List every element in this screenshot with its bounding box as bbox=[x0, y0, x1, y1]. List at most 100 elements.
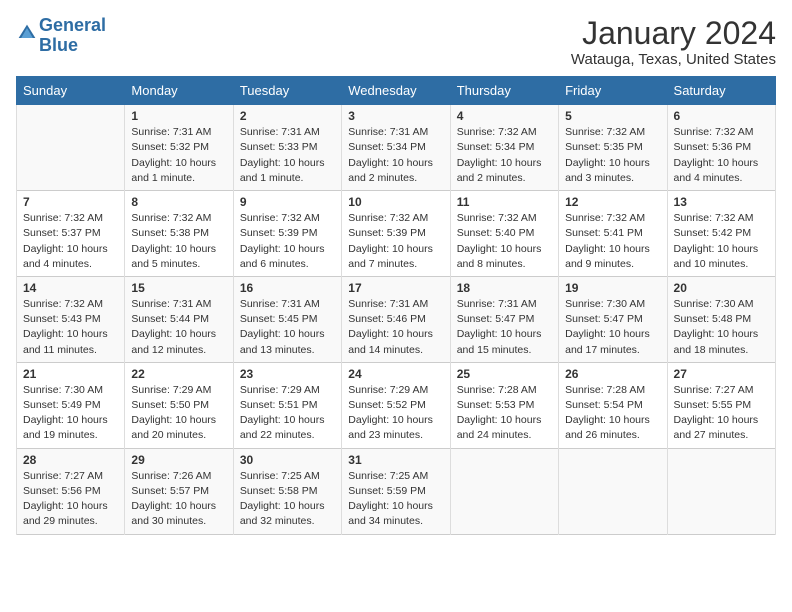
logo: General Blue bbox=[16, 16, 106, 56]
day-number: 2 bbox=[240, 109, 335, 123]
header-friday: Friday bbox=[559, 77, 667, 105]
day-number: 25 bbox=[457, 367, 552, 381]
day-info: Sunrise: 7:31 AMSunset: 5:33 PMDaylight:… bbox=[240, 125, 335, 186]
day-info: Sunrise: 7:31 AMSunset: 5:32 PMDaylight:… bbox=[131, 125, 226, 186]
day-number: 19 bbox=[565, 281, 660, 295]
day-cell: 24 Sunrise: 7:29 AMSunset: 5:52 PMDayligh… bbox=[342, 362, 450, 448]
day-number: 16 bbox=[240, 281, 335, 295]
day-number: 20 bbox=[674, 281, 769, 295]
day-info: Sunrise: 7:32 AMSunset: 5:41 PMDaylight:… bbox=[565, 211, 660, 272]
day-info: Sunrise: 7:32 AMSunset: 5:34 PMDaylight:… bbox=[457, 125, 552, 186]
day-number: 29 bbox=[131, 453, 226, 467]
day-cell: 5 Sunrise: 7:32 AMSunset: 5:35 PMDaylight… bbox=[559, 105, 667, 191]
day-info: Sunrise: 7:25 AMSunset: 5:58 PMDaylight:… bbox=[240, 469, 335, 530]
day-info: Sunrise: 7:28 AMSunset: 5:54 PMDaylight:… bbox=[565, 383, 660, 444]
day-cell: 22 Sunrise: 7:29 AMSunset: 5:50 PMDayligh… bbox=[125, 362, 233, 448]
day-number: 28 bbox=[23, 453, 118, 467]
day-info: Sunrise: 7:28 AMSunset: 5:53 PMDaylight:… bbox=[457, 383, 552, 444]
week-row-2: 14Sunrise: 7:32 AMSunset: 5:43 PMDayligh… bbox=[17, 276, 776, 362]
header-row: SundayMondayTuesdayWednesdayThursdayFrid… bbox=[17, 77, 776, 105]
day-info: Sunrise: 7:25 AMSunset: 5:59 PMDaylight:… bbox=[348, 469, 443, 530]
week-row-3: 21Sunrise: 7:30 AMSunset: 5:49 PMDayligh… bbox=[17, 362, 776, 448]
header-wednesday: Wednesday bbox=[342, 77, 450, 105]
day-cell: 11Sunrise: 7:32 AMSunset: 5:40 PMDayligh… bbox=[450, 191, 558, 277]
day-number: 12 bbox=[565, 195, 660, 209]
day-cell: 15Sunrise: 7:31 AMSunset: 5:44 PMDayligh… bbox=[125, 276, 233, 362]
day-cell: 9Sunrise: 7:32 AMSunset: 5:39 PMDaylight… bbox=[233, 191, 341, 277]
day-info: Sunrise: 7:31 AMSunset: 5:47 PMDaylight:… bbox=[457, 297, 552, 358]
day-info: Sunrise: 7:32 AMSunset: 5:40 PMDaylight:… bbox=[457, 211, 552, 272]
day-cell: 18 Sunrise: 7:31 AMSunset: 5:47 PMDayligh… bbox=[450, 276, 558, 362]
day-cell: 30 Sunrise: 7:25 AMSunset: 5:58 PMDayligh… bbox=[233, 448, 341, 534]
day-number: 6 bbox=[674, 109, 769, 123]
day-cell: 21Sunrise: 7:30 AMSunset: 5:49 PMDayligh… bbox=[17, 362, 125, 448]
logo-general: General bbox=[39, 15, 106, 35]
day-cell: 13 Sunrise: 7:32 AMSunset: 5:42 PMDayligh… bbox=[667, 191, 775, 277]
day-number: 24 bbox=[348, 367, 443, 381]
logo-blue: Blue bbox=[39, 35, 78, 55]
day-info: Sunrise: 7:26 AMSunset: 5:57 PMDaylight:… bbox=[131, 469, 226, 530]
header-thursday: Thursday bbox=[450, 77, 558, 105]
header-saturday: Saturday bbox=[667, 77, 775, 105]
day-info: Sunrise: 7:31 AMSunset: 5:34 PMDaylight:… bbox=[348, 125, 443, 186]
logo-icon bbox=[17, 23, 37, 43]
day-number: 31 bbox=[348, 453, 443, 467]
calendar-table: SundayMondayTuesdayWednesdayThursdayFrid… bbox=[16, 76, 776, 534]
day-number: 3 bbox=[348, 109, 443, 123]
day-info: Sunrise: 7:32 AMSunset: 5:39 PMDaylight:… bbox=[240, 211, 335, 272]
day-info: Sunrise: 7:27 AMSunset: 5:55 PMDaylight:… bbox=[674, 383, 769, 444]
page-header: General Blue January 2024 Watauga, Texas… bbox=[16, 16, 776, 68]
day-number: 30 bbox=[240, 453, 335, 467]
day-cell: 1 Sunrise: 7:31 AMSunset: 5:32 PMDaylight… bbox=[125, 105, 233, 191]
header-tuesday: Tuesday bbox=[233, 77, 341, 105]
day-cell: 31 Sunrise: 7:25 AMSunset: 5:59 PMDayligh… bbox=[342, 448, 450, 534]
day-cell: 4 Sunrise: 7:32 AMSunset: 5:34 PMDaylight… bbox=[450, 105, 558, 191]
day-cell: 7 Sunrise: 7:32 AMSunset: 5:37 PMDaylight… bbox=[17, 191, 125, 277]
day-number: 15 bbox=[131, 281, 226, 295]
day-cell bbox=[559, 448, 667, 534]
day-number: 21 bbox=[23, 367, 118, 381]
day-number: 8 bbox=[131, 195, 226, 209]
day-number: 18 bbox=[457, 281, 552, 295]
day-info: Sunrise: 7:32 AMSunset: 5:35 PMDaylight:… bbox=[565, 125, 660, 186]
day-number: 5 bbox=[565, 109, 660, 123]
day-info: Sunrise: 7:32 AMSunset: 5:43 PMDaylight:… bbox=[23, 297, 118, 358]
day-cell: 28 Sunrise: 7:27 AMSunset: 5:56 PMDayligh… bbox=[17, 448, 125, 534]
day-number: 13 bbox=[674, 195, 769, 209]
day-info: Sunrise: 7:30 AMSunset: 5:48 PMDaylight:… bbox=[674, 297, 769, 358]
day-number: 4 bbox=[457, 109, 552, 123]
day-info: Sunrise: 7:30 AMSunset: 5:47 PMDaylight:… bbox=[565, 297, 660, 358]
day-cell bbox=[17, 105, 125, 191]
week-row-4: 28 Sunrise: 7:27 AMSunset: 5:56 PMDayligh… bbox=[17, 448, 776, 534]
day-cell: 12 Sunrise: 7:32 AMSunset: 5:41 PMDayligh… bbox=[559, 191, 667, 277]
day-cell: 27Sunrise: 7:27 AMSunset: 5:55 PMDayligh… bbox=[667, 362, 775, 448]
header-monday: Monday bbox=[125, 77, 233, 105]
header-sunday: Sunday bbox=[17, 77, 125, 105]
logo-text: General Blue bbox=[39, 16, 106, 56]
day-cell: 14Sunrise: 7:32 AMSunset: 5:43 PMDayligh… bbox=[17, 276, 125, 362]
day-number: 17 bbox=[348, 281, 443, 295]
day-cell: 10 Sunrise: 7:32 AMSunset: 5:39 PMDayligh… bbox=[342, 191, 450, 277]
day-info: Sunrise: 7:31 AMSunset: 5:46 PMDaylight:… bbox=[348, 297, 443, 358]
day-cell: 29 Sunrise: 7:26 AMSunset: 5:57 PMDayligh… bbox=[125, 448, 233, 534]
day-number: 10 bbox=[348, 195, 443, 209]
day-cell: 2 Sunrise: 7:31 AMSunset: 5:33 PMDaylight… bbox=[233, 105, 341, 191]
day-info: Sunrise: 7:27 AMSunset: 5:56 PMDaylight:… bbox=[23, 469, 118, 530]
day-number: 22 bbox=[131, 367, 226, 381]
day-cell: 17 Sunrise: 7:31 AMSunset: 5:46 PMDayligh… bbox=[342, 276, 450, 362]
day-info: Sunrise: 7:29 AMSunset: 5:51 PMDaylight:… bbox=[240, 383, 335, 444]
day-info: Sunrise: 7:32 AMSunset: 5:39 PMDaylight:… bbox=[348, 211, 443, 272]
day-info: Sunrise: 7:29 AMSunset: 5:50 PMDaylight:… bbox=[131, 383, 226, 444]
day-number: 1 bbox=[131, 109, 226, 123]
day-info: Sunrise: 7:29 AMSunset: 5:52 PMDaylight:… bbox=[348, 383, 443, 444]
day-number: 7 bbox=[23, 195, 118, 209]
day-info: Sunrise: 7:31 AMSunset: 5:45 PMDaylight:… bbox=[240, 297, 335, 358]
day-number: 23 bbox=[240, 367, 335, 381]
week-row-1: 7 Sunrise: 7:32 AMSunset: 5:37 PMDaylight… bbox=[17, 191, 776, 277]
day-cell: 8Sunrise: 7:32 AMSunset: 5:38 PMDaylight… bbox=[125, 191, 233, 277]
day-cell: 26Sunrise: 7:28 AMSunset: 5:54 PMDayligh… bbox=[559, 362, 667, 448]
day-info: Sunrise: 7:32 AMSunset: 5:42 PMDaylight:… bbox=[674, 211, 769, 272]
day-cell: 16 Sunrise: 7:31 AMSunset: 5:45 PMDayligh… bbox=[233, 276, 341, 362]
day-info: Sunrise: 7:32 AMSunset: 5:37 PMDaylight:… bbox=[23, 211, 118, 272]
page-subtitle: Watauga, Texas, United States bbox=[571, 51, 776, 68]
